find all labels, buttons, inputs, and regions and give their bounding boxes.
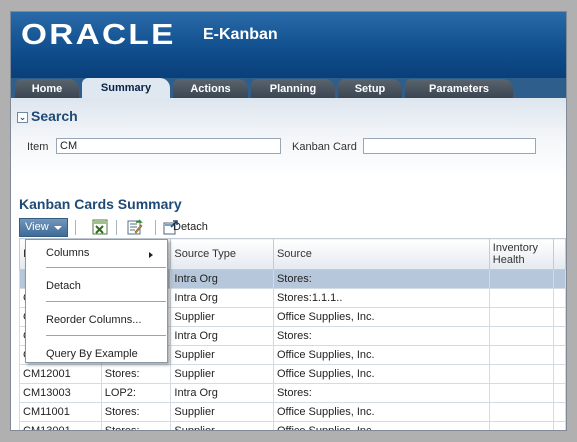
toolbar-separator xyxy=(75,220,76,235)
column-header[interactable] xyxy=(553,238,566,270)
cell-extra xyxy=(553,326,566,346)
table-row[interactable]: CM13003 LOP2: Intra Org Stores: xyxy=(19,383,566,403)
cell-item: CM13001 xyxy=(19,421,102,430)
cell-subinventory: Stores: xyxy=(100,364,172,384)
view-menu-button[interactable]: View xyxy=(19,218,68,237)
chevron-down-icon xyxy=(54,226,62,230)
cell-extra xyxy=(553,383,566,403)
cell-source-type: Supplier xyxy=(170,345,274,365)
cell-inventory-health xyxy=(488,364,555,384)
cell-inventory-health xyxy=(488,307,555,327)
kanban-card-input[interactable] xyxy=(363,138,536,154)
cell-source-type: Supplier xyxy=(170,402,274,422)
submenu-arrow-icon xyxy=(149,252,153,258)
search-section-header[interactable]: ⌄ Search xyxy=(17,108,78,124)
app-header: ORACLE E-Kanban xyxy=(11,12,566,78)
cell-extra xyxy=(553,402,566,422)
menu-item-reorder-columns[interactable]: Reorder Columns... xyxy=(46,314,141,326)
tab-parameters[interactable]: Parameters xyxy=(405,79,513,99)
menu-item-label: Columns xyxy=(46,247,90,259)
table-row[interactable]: CM13001 Stores: Supplier Office Supplies… xyxy=(19,421,566,430)
view-dropdown-menu: Columns Detach Reorder Columns... Query … xyxy=(25,239,168,363)
cell-source-type: Intra Org xyxy=(170,269,274,289)
cell-subinventory: LOP2: xyxy=(100,383,172,403)
cell-inventory-health xyxy=(488,288,555,308)
cell-source: Stores:1.1.1.. xyxy=(272,288,490,308)
kanban-card-label: Kanban Card xyxy=(292,141,357,153)
tab-home[interactable]: Home xyxy=(15,79,79,99)
cell-inventory-health xyxy=(488,383,555,403)
menu-separator xyxy=(46,335,166,336)
edit-icon[interactable] xyxy=(127,219,143,235)
column-header-source[interactable]: Source xyxy=(272,238,490,270)
tab-actions[interactable]: Actions xyxy=(173,79,248,99)
menu-item-columns[interactable]: Columns xyxy=(46,247,161,259)
menu-separator xyxy=(46,267,166,268)
cell-source: Stores: xyxy=(272,326,490,346)
cell-source: Office Supplies, Inc. xyxy=(272,364,490,384)
search-title: Search xyxy=(31,108,78,124)
column-header-inventory-health[interactable]: Inventory Health xyxy=(488,238,555,270)
cell-item: CM12001 xyxy=(19,364,102,384)
cell-source: Office Supplies, Inc. xyxy=(272,345,490,365)
detach-button-label[interactable]: Detach xyxy=(173,221,208,233)
menu-item-detach[interactable]: Detach xyxy=(46,280,81,292)
oracle-logo: ORACLE xyxy=(21,19,176,51)
expand-icon[interactable]: ⌄ xyxy=(17,112,28,123)
cell-item: CM13003 xyxy=(19,383,102,403)
cell-extra xyxy=(553,307,566,327)
cell-extra xyxy=(553,364,566,384)
cell-inventory-health xyxy=(488,326,555,346)
export-excel-icon[interactable] xyxy=(92,219,108,235)
cell-source-type: Supplier xyxy=(170,421,274,430)
cell-inventory-health xyxy=(488,402,555,422)
app-title: E-Kanban xyxy=(203,26,278,43)
cell-extra xyxy=(553,421,566,430)
cell-inventory-health xyxy=(488,345,555,365)
cell-source: Stores: xyxy=(272,269,490,289)
cell-source-type: Supplier xyxy=(170,307,274,327)
kanban-summary-title: Kanban Cards Summary xyxy=(19,196,182,212)
tab-setup[interactable]: Setup xyxy=(338,79,402,99)
toolbar-separator xyxy=(155,220,156,235)
cell-inventory-health xyxy=(488,269,555,289)
menu-separator xyxy=(46,301,166,302)
item-input[interactable] xyxy=(56,138,281,154)
cell-source: Office Supplies, Inc. xyxy=(272,402,490,422)
cell-extra xyxy=(553,345,566,365)
cell-subinventory: Stores: xyxy=(100,402,172,422)
cell-subinventory: Stores: xyxy=(100,421,172,430)
menu-item-query-by-example[interactable]: Query By Example xyxy=(46,348,138,360)
tab-planning[interactable]: Planning xyxy=(251,79,335,99)
cell-source: Office Supplies, Inc. xyxy=(272,421,490,430)
table-row[interactable]: CM11001 Stores: Supplier Office Supplies… xyxy=(19,402,566,422)
table-row[interactable]: CM12001 Stores: Supplier Office Supplies… xyxy=(19,364,566,384)
cell-inventory-health xyxy=(488,421,555,430)
cell-extra xyxy=(553,269,566,289)
cell-extra xyxy=(553,288,566,308)
cell-source-type: Supplier xyxy=(170,364,274,384)
item-label: Item xyxy=(27,141,49,153)
view-label: View xyxy=(25,221,49,233)
cell-source-type: Intra Org xyxy=(170,326,274,346)
cell-source: Stores: xyxy=(272,383,490,403)
cell-source: Office Supplies, Inc. xyxy=(272,307,490,327)
cell-source-type: Intra Org xyxy=(170,288,274,308)
app-window: ORACLE E-Kanban Home Summary Actions Pla… xyxy=(10,11,567,431)
cell-item: CM11001 xyxy=(19,402,102,422)
column-header-source-type[interactable]: Source Type xyxy=(170,238,274,270)
toolbar-separator xyxy=(116,220,117,235)
tab-summary[interactable]: Summary xyxy=(82,78,170,99)
cell-source-type: Intra Org xyxy=(170,383,274,403)
